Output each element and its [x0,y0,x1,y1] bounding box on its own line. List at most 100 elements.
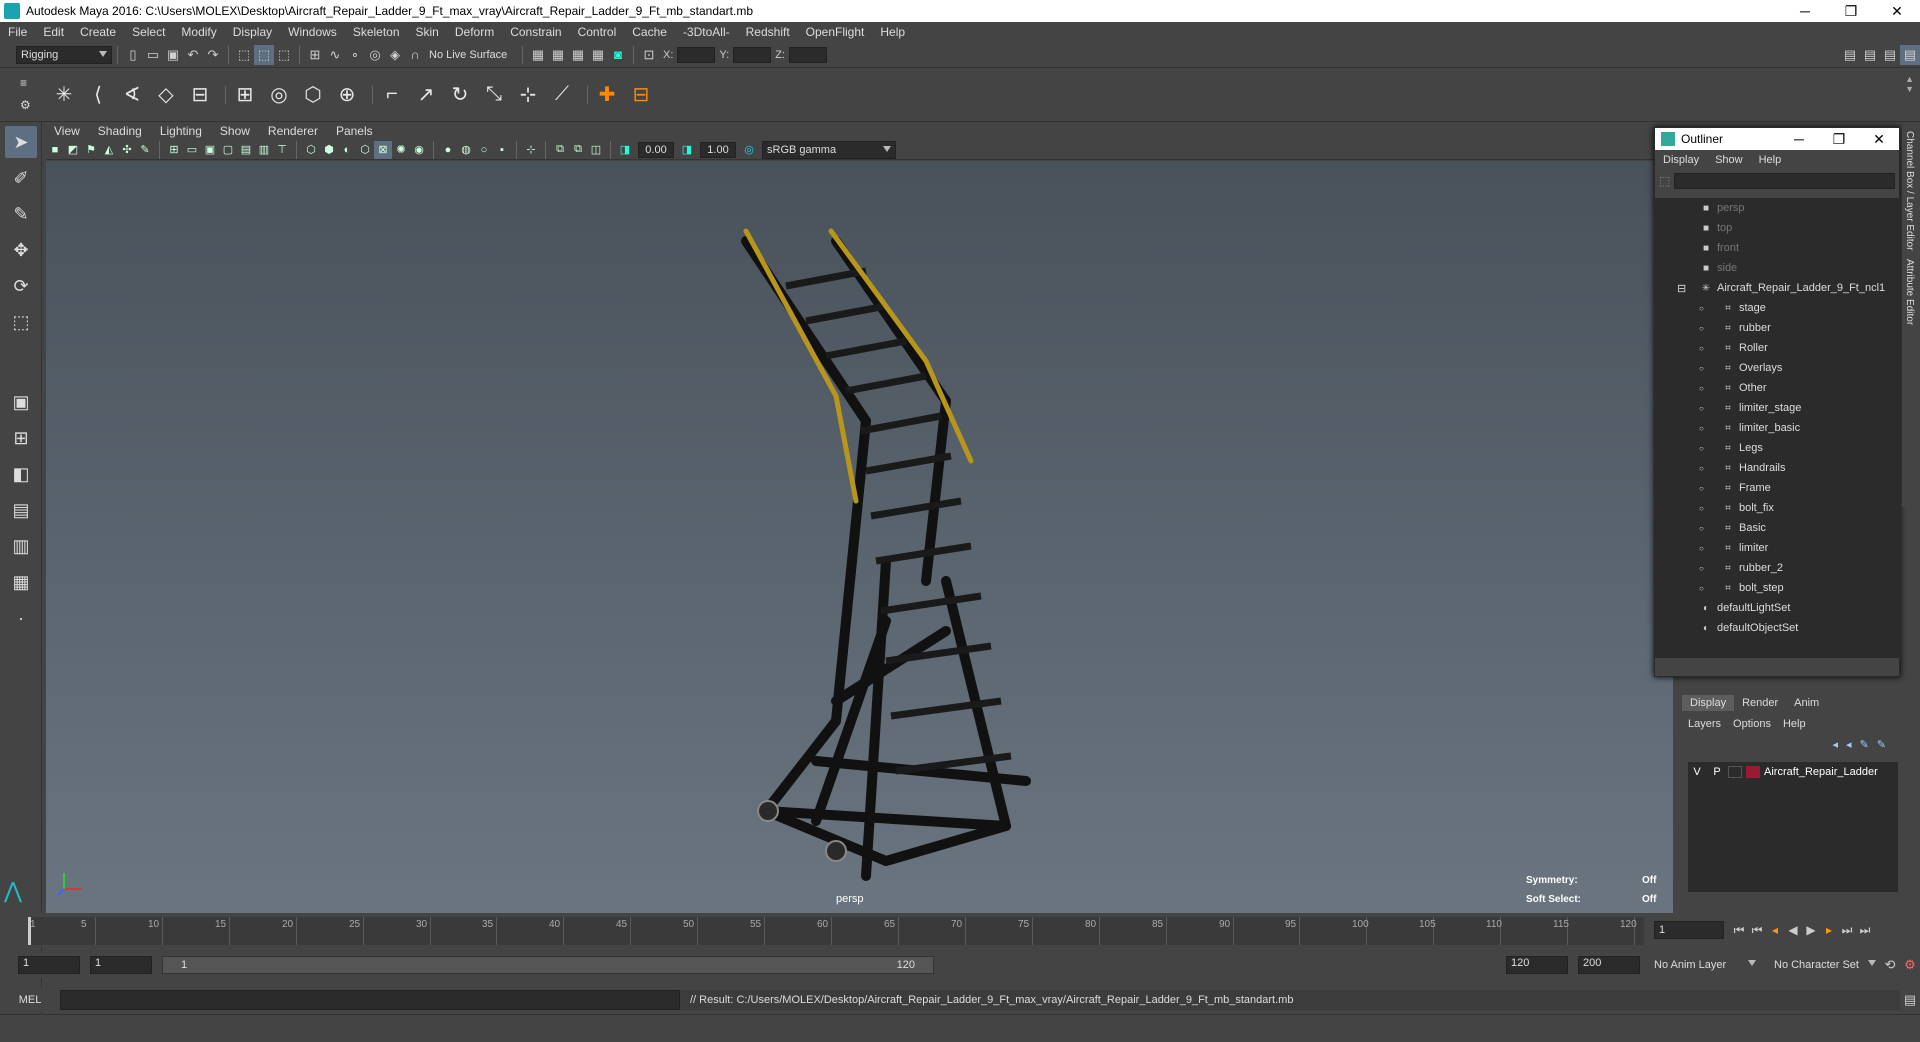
outliner-minimize-button[interactable]: ─ [1779,128,1819,150]
outliner-item[interactable]: ○ ⌗ Overlays [1655,358,1901,378]
resolution-gate-icon[interactable]: ▣ [201,141,219,159]
outliner-item[interactable]: ○ ⌗ Frame [1655,478,1901,498]
move-layer-down-icon[interactable]: ◂ [1846,738,1852,751]
outliner-list[interactable]: ■ persp ■ top ■ front ■ side ⊟ ✳ Aircraft_Repair_L… [1655,198,1901,658]
outliner-menu-help[interactable]: Help [1751,154,1790,166]
select-component-icon[interactable]: ⬚ [274,45,294,65]
layer-menu-help[interactable]: Help [1777,718,1812,730]
four-view-layout-icon[interactable]: ⊞ [5,422,37,454]
expand-icon[interactable]: ○ [1699,464,1704,473]
playback-end-field[interactable]: 120 [1506,956,1568,974]
layer-color-swatch[interactable] [1746,766,1760,778]
single-perspective-layout-icon[interactable]: ▣ [5,386,37,418]
open-scene-icon[interactable]: ▭ [143,45,163,65]
image-plane-icon[interactable]: ◭ [100,141,118,159]
smooth-shade-icon[interactable]: ⬢ [320,141,338,159]
perspective-viewport[interactable]: persp Symmetry: Off Soft Select: Off [46,161,1673,913]
outliner-item[interactable]: ■ persp [1655,198,1901,218]
script-editor-icon[interactable]: ▤ [1900,990,1920,1010]
menu-select[interactable]: Select [124,25,173,39]
new-scene-icon[interactable]: ▯ [123,45,143,65]
expand-icon[interactable]: ○ [1699,484,1704,493]
filter-icon[interactable]: ⬚ [1659,174,1670,188]
start-time-field[interactable]: 1 [18,956,80,974]
panel-menu-view[interactable]: View [46,124,90,138]
go-to-start-icon[interactable]: ⏮ [1730,921,1748,939]
point-constraint-icon[interactable]: ⌐ [378,80,406,110]
expand-icon[interactable]: ○ [1699,404,1704,413]
field-chart-icon[interactable]: ▤ [237,141,255,159]
attribute-editor-tab[interactable]: Attribute Editor [1902,255,1917,329]
snap-grid-icon[interactable]: ⊞ [305,45,325,65]
menu-deform[interactable]: Deform [447,25,502,39]
anim-layer-dropdown[interactable]: No Anim Layer [1650,956,1760,974]
layer-menu-layers[interactable]: Layers [1682,718,1727,730]
outliner-item[interactable]: ■ top [1655,218,1901,238]
go-to-end-icon[interactable]: ⏭ [1856,921,1874,939]
expand-icon[interactable]: ○ [1699,324,1704,333]
outliner-item[interactable]: ○ ⌗ limiter_stage [1655,398,1901,418]
cluster-icon[interactable]: ◎ [265,80,293,110]
set-driven-key-icon[interactable]: ⊟ [627,80,655,110]
scale-constraint-icon[interactable]: ⤡ [480,80,508,110]
use-all-lights-icon[interactable]: ⊠ [374,140,392,159]
motion-blur-icon[interactable]: ● [439,141,457,159]
ik-handle-icon[interactable]: ⟨ [84,80,112,110]
select-hierarchy-icon[interactable]: ⬚ [234,45,254,65]
time-slider[interactable]: 1 5 10 15 20 25 30 35 40 45 50 55 60 65 70 75 80 85 90 95 10… [0,913,1920,947]
redo-icon[interactable]: ↷ [203,45,223,65]
grid-icon[interactable]: ⊞ [165,141,183,159]
xray-joints-icon[interactable]: ⧉ [551,141,569,159]
camera-select-icon[interactable]: ■ [46,141,64,159]
menu-openflight[interactable]: OpenFlight [798,25,873,39]
safe-title-icon[interactable]: ⊤ [273,141,291,159]
command-input[interactable] [60,990,680,1010]
xray-icon[interactable]: ⊹ [522,141,540,159]
wireframe-on-shaded-icon[interactable]: ◐ [338,141,356,159]
expand-icon[interactable]: ○ [1699,544,1704,553]
current-frame-field[interactable]: 1 [1654,921,1724,939]
persp-graph-layout-icon[interactable]: ▤ [5,494,37,526]
tab-anim[interactable]: Anim [1786,695,1827,711]
minimize-button[interactable]: ─ [1782,0,1828,22]
isolate-select-icon[interactable]: ▪ [493,141,511,159]
expand-icon[interactable]: ○ [1699,384,1704,393]
outliner-close-button[interactable]: ✕ [1859,128,1899,150]
range-slider[interactable]: 1 120 [162,956,934,974]
hypershade-layout-icon[interactable]: ▥ [5,530,37,562]
wrap-icon[interactable]: ⬡ [299,80,327,110]
depth-of-field-icon[interactable]: ○ [475,141,493,159]
menu-help[interactable]: Help [872,25,913,39]
step-forward-key-icon[interactable]: ⏭ [1838,921,1856,939]
menu-3dtoall[interactable]: -3DtoAll- [675,25,738,39]
outliner-item[interactable]: ○ ⌗ Roller [1655,338,1901,358]
menu-windows[interactable]: Windows [280,25,345,39]
snap-magnet-icon[interactable]: ∩ [405,45,425,65]
hypershade-icon[interactable]: ◙ [608,45,628,65]
paint-select-icon[interactable]: ✎ [5,198,37,230]
step-back-key-icon[interactable]: ⏮ [1748,921,1766,939]
render-frame-icon[interactable]: ▦ [548,45,568,65]
maximize-button[interactable]: ❐ [1828,0,1874,22]
outliner-maximize-button[interactable]: ❐ [1819,128,1859,150]
z-field[interactable] [788,46,827,63]
animation-prefs-icon[interactable]: ⚙ [1900,955,1920,975]
character-set-dropdown[interactable]: No Character Set [1770,956,1880,974]
render-settings-icon[interactable]: ▦ [588,45,608,65]
menu-modify[interactable]: Modify [173,25,224,39]
insert-joint-icon[interactable]: ◇ [152,80,180,110]
time-ruler[interactable]: 1 5 10 15 20 25 30 35 40 45 50 55 60 65 70 75 80 85 90 95 10… [28,917,1644,945]
outliner-item[interactable]: ○ ⌗ bolt_step [1655,578,1901,598]
bind-skin-icon[interactable]: ⊟ [186,80,214,110]
expand-icon[interactable]: ○ [1699,304,1704,313]
gamma-field[interactable]: 1.00 [700,141,736,158]
select-tool-icon[interactable]: ➤ [5,126,37,158]
snap-view-icon[interactable]: ◎ [365,45,385,65]
outliner-item[interactable]: ○ ⌗ Handrails [1655,458,1901,478]
close-button[interactable]: ✕ [1874,0,1920,22]
more-layouts-icon[interactable]: · [5,602,37,634]
expand-icon[interactable]: ○ [1699,524,1704,533]
current-time-indicator[interactable] [28,917,31,945]
modeling-toolkit-icon[interactable]: ▤ [1840,45,1860,65]
lasso-tool-icon[interactable]: ✐ [5,162,37,194]
